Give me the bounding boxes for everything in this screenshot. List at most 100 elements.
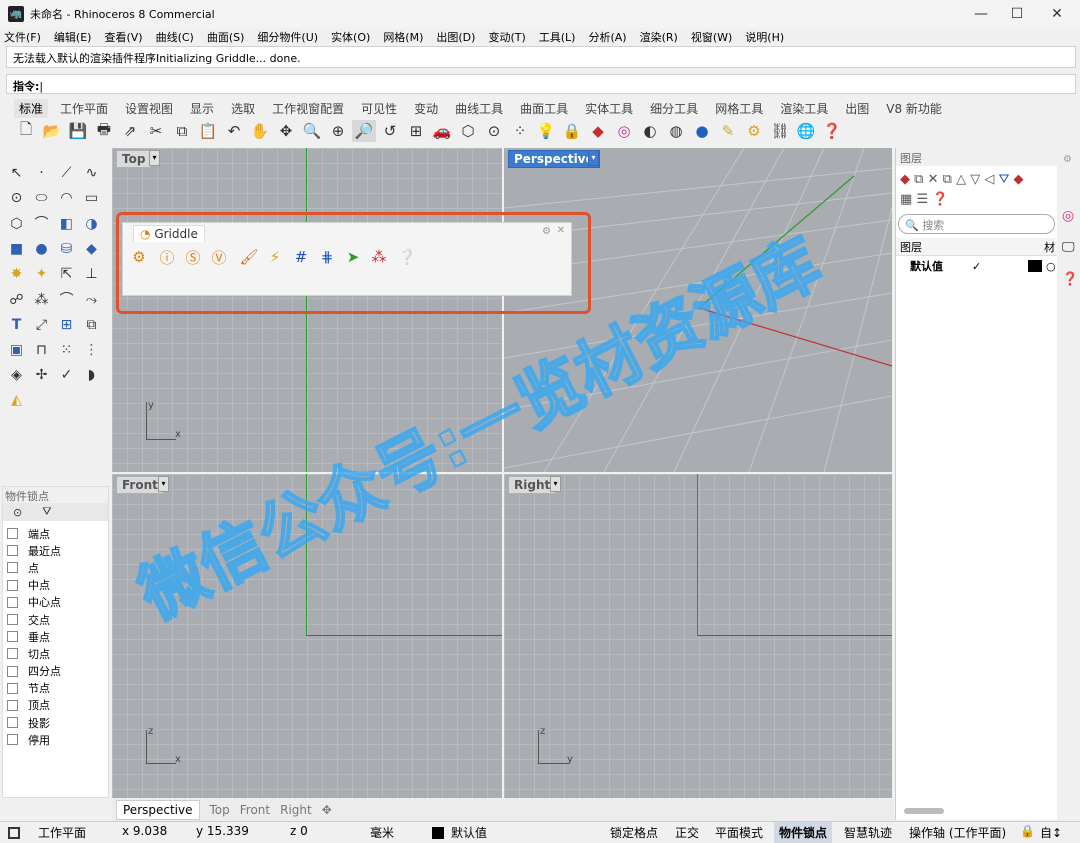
lock-icon[interactable]: 🔒: [1020, 824, 1035, 838]
print-icon[interactable]: 🖶: [92, 120, 116, 142]
viewport-label-front[interactable]: Front: [116, 476, 164, 494]
delete-layer-icon[interactable]: ✕: [928, 172, 939, 187]
offset-icon[interactable]: ⤳: [79, 287, 104, 312]
grid-snap-toggle[interactable]: 锁定格点: [610, 824, 658, 841]
menu-render[interactable]: 渲染(R): [640, 29, 678, 45]
layer-state-icon[interactable]: ◆: [1014, 172, 1024, 187]
osnap-item[interactable]: 中心点: [3, 594, 108, 611]
shade-icon[interactable]: ◗: [79, 362, 104, 387]
menu-help[interactable]: 说明(H): [745, 29, 784, 45]
cylinder-icon[interactable]: ⛁: [54, 236, 79, 261]
osnap-item[interactable]: 四分点: [3, 663, 108, 680]
tab-v8-new[interactable]: V8 新功能: [886, 100, 942, 117]
pen-icon[interactable]: ✎: [716, 120, 740, 142]
status-cplane[interactable]: 工作平面: [38, 824, 86, 841]
rotate-view-icon[interactable]: ✥: [274, 120, 298, 142]
surface-icon[interactable]: ◧: [54, 211, 79, 236]
osnap-item[interactable]: 切点: [3, 645, 108, 662]
menu-tools[interactable]: 工具(L): [539, 29, 576, 45]
tab-set-view[interactable]: 设置视图: [125, 100, 173, 117]
undo-view-icon[interactable]: ↺: [378, 120, 402, 142]
tab-surface-tools[interactable]: 曲面工具: [520, 100, 568, 117]
checkbox[interactable]: [7, 545, 18, 557]
osnap-target-icon[interactable]: ⊙: [13, 506, 22, 519]
filter-icon[interactable]: ⛛: [42, 505, 51, 519]
osnap-item[interactable]: 节点: [3, 680, 108, 697]
menu-transform[interactable]: 变动(T): [488, 29, 525, 45]
new-file-icon[interactable]: 🗋: [14, 120, 38, 142]
point-icon[interactable]: ·: [29, 160, 54, 185]
menu-view[interactable]: 查看(V): [104, 29, 142, 45]
viewport-front[interactable]: Front ▾ z x: [112, 474, 502, 798]
block-icon[interactable]: ▣: [4, 337, 29, 362]
vtab-right[interactable]: Right: [280, 803, 312, 817]
osnap-item[interactable]: 垂点: [3, 628, 108, 645]
checkbox[interactable]: [7, 579, 18, 591]
blue-sphere-icon[interactable]: ●: [690, 120, 714, 142]
chevron-down-icon[interactable]: ▾: [158, 476, 169, 492]
vtab-top[interactable]: Top: [210, 803, 230, 817]
tab-solid-tools[interactable]: 实体工具: [585, 100, 633, 117]
display-icon[interactable]: 🖵: [1062, 240, 1075, 255]
curve-icon[interactable]: ∿: [79, 160, 104, 185]
four-viewports-icon[interactable]: ⊞: [404, 120, 428, 142]
menu-window[interactable]: 视窗(W): [691, 29, 732, 45]
checkbox[interactable]: [7, 614, 18, 626]
wireframe-sphere-icon[interactable]: ◍: [664, 120, 688, 142]
paste-icon[interactable]: 📋: [196, 120, 220, 142]
help-icon[interactable]: ❓: [932, 192, 948, 207]
filter-icon[interactable]: ⛛: [998, 172, 1009, 187]
viewport-right[interactable]: Right ▾ z y: [504, 474, 892, 798]
fillet-icon[interactable]: ⌒: [29, 210, 54, 235]
osnap-item[interactable]: 投影: [3, 714, 108, 731]
osnap-item[interactable]: 交点: [3, 611, 108, 628]
tab-display[interactable]: 显示: [190, 100, 214, 117]
tab-mesh-tools[interactable]: 网格工具: [715, 100, 763, 117]
scale-icon[interactable]: ⤢: [29, 312, 54, 337]
layer-color-swatch[interactable]: [1028, 260, 1042, 272]
move-down-icon[interactable]: ▽: [970, 172, 980, 187]
status-unit[interactable]: 毫米: [370, 824, 394, 841]
zoom-extents-icon[interactable]: 🔎: [352, 120, 376, 142]
layer-row[interactable]: 默认值 ✓ ○: [896, 256, 1057, 276]
vtab-front[interactable]: Front: [240, 803, 270, 817]
select-points-icon[interactable]: ⁘: [508, 120, 532, 142]
checkbox[interactable]: [7, 665, 18, 677]
light-bulb-icon[interactable]: 💡: [534, 120, 558, 142]
new-layer-icon[interactable]: ◆: [900, 172, 910, 187]
command-input[interactable]: 指令:|: [6, 74, 1076, 94]
render-icon[interactable]: ◭: [4, 387, 29, 412]
help-icon[interactable]: ❓: [820, 120, 844, 142]
sphere-icon[interactable]: ●: [29, 236, 54, 261]
table-icon[interactable]: ▦: [900, 192, 912, 207]
gear-icon[interactable]: ⚙: [1063, 154, 1072, 165]
checkbox[interactable]: [7, 648, 18, 660]
analyze-icon[interactable]: ◈: [4, 362, 29, 387]
text-icon[interactable]: T: [4, 312, 29, 337]
menu-analyze[interactable]: 分析(A): [588, 29, 626, 45]
boolean-icon[interactable]: ✸: [4, 261, 29, 286]
render-sphere-icon[interactable]: ◐: [638, 120, 662, 142]
cut-icon[interactable]: ✂: [144, 120, 168, 142]
tree-hierarchy-icon[interactable]: ⛓: [768, 120, 792, 142]
menu-solid[interactable]: 实体(O): [331, 29, 370, 45]
open-folder-icon[interactable]: 📂: [40, 120, 64, 142]
checkbox[interactable]: [7, 528, 18, 540]
osnap-item[interactable]: 中点: [3, 577, 108, 594]
status-layer[interactable]: 默认值: [451, 824, 487, 841]
patch-icon[interactable]: ◆: [79, 236, 104, 261]
panel-toggle-icon[interactable]: [8, 827, 20, 839]
cplane-icon[interactable]: ⬡: [456, 120, 480, 142]
revolve-icon[interactable]: ◑: [79, 211, 104, 236]
layer-icon[interactable]: ◆: [586, 120, 610, 142]
osnap-item[interactable]: 顶点: [3, 697, 108, 714]
color-wheel-icon[interactable]: ◎: [612, 120, 636, 142]
planar-toggle[interactable]: 平面模式: [715, 824, 763, 841]
extrude-icon[interactable]: ⇱: [54, 261, 79, 286]
move-up-icon[interactable]: △: [956, 172, 966, 187]
collapse-icon[interactable]: ◁: [984, 172, 994, 187]
undo-icon[interactable]: ↶: [222, 120, 246, 142]
checkbox[interactable]: [7, 562, 18, 574]
scrollbar[interactable]: [904, 808, 944, 814]
polygon-icon[interactable]: ⬡: [4, 211, 29, 236]
